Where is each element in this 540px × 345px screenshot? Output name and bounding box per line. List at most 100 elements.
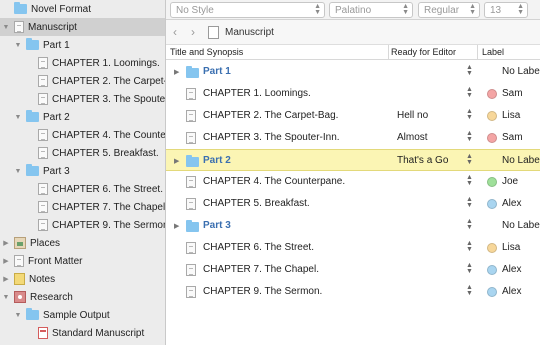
outline-row-label[interactable]: No Label bbox=[502, 155, 540, 166]
paragraph-style-select[interactable]: No Style ▲ ▼ bbox=[170, 2, 325, 18]
binder-item[interactable]: CHAPTER 3. The Spouter-I... bbox=[0, 90, 165, 108]
binder-item[interactable]: ▼ Part 3 bbox=[0, 162, 165, 180]
column-header-label[interactable]: Label bbox=[482, 47, 504, 57]
disclosure-expanded-icon[interactable]: ▼ bbox=[14, 168, 22, 175]
label-color-dot bbox=[487, 111, 497, 121]
disclosure-collapsed-icon[interactable]: ▶ bbox=[2, 257, 10, 265]
disclosure-expanded-icon[interactable]: ▼ bbox=[2, 294, 10, 301]
folder-icon bbox=[26, 38, 39, 50]
document-icon bbox=[38, 219, 48, 231]
outline-row-label[interactable]: Alex bbox=[502, 286, 521, 297]
outline-row-label[interactable]: No Label bbox=[502, 220, 540, 231]
outline-document-row[interactable]: CHAPTER 2. The Carpet-Bag. Hell no ▲ ▼ Lisa bbox=[166, 105, 540, 127]
binder-item[interactable]: ▼ Sample Output bbox=[0, 306, 165, 324]
binder-item[interactable]: CHAPTER 2. The Carpet-B... bbox=[0, 72, 165, 90]
binder-item[interactable]: CHAPTER 4. The Counterp... bbox=[0, 126, 165, 144]
document-icon bbox=[38, 93, 48, 105]
folder-icon bbox=[186, 66, 199, 78]
binder-item[interactable]: Novel Format bbox=[0, 0, 165, 18]
outline-row-label[interactable]: Lisa bbox=[502, 110, 520, 121]
column-header-title[interactable]: Title and Synopsis bbox=[170, 47, 243, 57]
column-divider[interactable] bbox=[388, 45, 389, 60]
document-icon bbox=[14, 255, 24, 267]
outline-row-title: CHAPTER 5. Breakfast. bbox=[203, 198, 310, 209]
outline-row-label[interactable]: Alex bbox=[502, 198, 521, 209]
status-popup-arrows-icon[interactable]: ▲ ▼ bbox=[466, 240, 473, 253]
disclosure-expanded-icon[interactable]: ▼ bbox=[14, 312, 22, 319]
label-color-dot bbox=[487, 199, 497, 209]
disclosure-collapsed-icon[interactable]: ▶ bbox=[2, 275, 10, 283]
outline-row-status: Almost bbox=[397, 132, 428, 143]
status-popup-arrows-icon[interactable]: ▲ ▼ bbox=[466, 64, 473, 77]
binder-item[interactable]: CHAPTER 7. The Chapel. bbox=[0, 198, 166, 216]
document-icon bbox=[38, 201, 48, 213]
outline-row-label[interactable]: Lisa bbox=[502, 242, 520, 253]
research-icon bbox=[14, 291, 26, 303]
outline-document-row[interactable]: CHAPTER 3. The Spouter-Inn. Almost ▲ ▼ Sam bbox=[166, 127, 540, 149]
status-popup-arrows-icon[interactable]: ▲ ▼ bbox=[466, 108, 473, 121]
binder-item[interactable]: ▶ Places bbox=[0, 234, 165, 252]
back-arrow-icon[interactable]: ‹ bbox=[166, 25, 184, 39]
binder-item[interactable]: CHAPTER 5. Breakfast. bbox=[0, 144, 165, 162]
outline-document-row[interactable]: CHAPTER 7. The Chapel. ▲ ▼ Alex bbox=[166, 259, 540, 281]
binder-item[interactable]: ▶ Notes bbox=[0, 270, 165, 288]
disclosure-expanded-icon[interactable]: ▼ bbox=[14, 114, 22, 121]
outline-row-title: Part 3 bbox=[203, 220, 231, 231]
binder-item[interactable]: ▶ Front Matter bbox=[0, 252, 165, 270]
outline-folder-row[interactable]: ▶ Part 3 ▲ ▼ No Label bbox=[166, 215, 540, 237]
outline-document-row[interactable]: CHAPTER 9. The Sermon. ▲ ▼ Alex bbox=[166, 281, 540, 303]
status-popup-arrows-icon[interactable]: ▲ ▼ bbox=[466, 196, 473, 209]
binder-item[interactable]: ▼ Manuscript bbox=[0, 18, 165, 36]
status-popup-arrows-icon[interactable]: ▲ ▼ bbox=[466, 174, 473, 187]
disclosure-collapsed-icon[interactable]: ▶ bbox=[174, 222, 179, 230]
select-arrows-icon: ▲ ▼ bbox=[314, 3, 321, 16]
disclosure-collapsed-icon[interactable]: ▶ bbox=[2, 239, 10, 247]
outline-folder-row[interactable]: ▶ Part 1 ▲ ▼ No Label bbox=[166, 61, 540, 83]
outline-row-status: Hell no bbox=[397, 110, 429, 121]
binder-item-label: CHAPTER 5. Breakfast. bbox=[52, 147, 159, 159]
forward-arrow-icon[interactable]: › bbox=[184, 25, 202, 39]
outline-document-row[interactable]: CHAPTER 5. Breakfast. ▲ ▼ Alex bbox=[166, 193, 540, 215]
binder-item[interactable]: ▼ Part 2 bbox=[0, 108, 165, 126]
binder-item-label: Places bbox=[30, 237, 61, 249]
binder-item[interactable]: Standard Manuscript bbox=[0, 324, 165, 342]
outline-folder-row[interactable]: ▶ Part 2 That's a Go ▲ ▼ No Label bbox=[166, 149, 540, 171]
font-size-select[interactable]: 13 ▲ ▼ bbox=[484, 2, 528, 18]
outline-row-label[interactable]: Joe bbox=[502, 176, 518, 187]
binder-item[interactable]: CHAPTER 6. The Street. bbox=[0, 180, 165, 198]
binder-item-label: Manuscript bbox=[28, 21, 77, 33]
disclosure-expanded-icon[interactable]: ▼ bbox=[14, 42, 22, 49]
outline-document-row[interactable]: CHAPTER 1. Loomings. ▲ ▼ Sam bbox=[166, 83, 540, 105]
outline-document-row[interactable]: CHAPTER 6. The Street. ▲ ▼ Lisa bbox=[166, 237, 540, 259]
outline-row-label[interactable]: No Label bbox=[502, 66, 540, 77]
status-popup-arrows-icon[interactable]: ▲ ▼ bbox=[466, 218, 473, 231]
binder-item[interactable]: CHAPTER 9. The Sermon. bbox=[0, 216, 165, 234]
folder-icon bbox=[26, 308, 39, 320]
binder-item[interactable]: ▼ Part 1 bbox=[0, 36, 165, 54]
status-popup-arrows-icon[interactable]: ▲ ▼ bbox=[466, 153, 473, 166]
status-popup-arrows-icon[interactable]: ▲ ▼ bbox=[466, 262, 473, 275]
status-popup-arrows-icon[interactable]: ▲ ▼ bbox=[466, 86, 473, 99]
outline-row-label[interactable]: Sam bbox=[502, 132, 523, 143]
disclosure-collapsed-icon[interactable]: ▶ bbox=[174, 157, 179, 165]
document-icon bbox=[38, 183, 48, 195]
binder-item[interactable]: CHAPTER 1. Loomings. bbox=[0, 54, 165, 72]
outline-row-label[interactable]: Sam bbox=[502, 88, 523, 99]
folder-icon bbox=[186, 155, 199, 167]
font-family-select[interactable]: Palatino ▲ ▼ bbox=[329, 2, 413, 18]
pdf-document-icon bbox=[38, 327, 48, 339]
outline-row-title: CHAPTER 3. The Spouter-Inn. bbox=[203, 132, 340, 143]
column-header-status[interactable]: Ready for Editor bbox=[391, 47, 456, 57]
document-icon bbox=[186, 176, 196, 188]
status-popup-arrows-icon[interactable]: ▲ ▼ bbox=[466, 284, 473, 297]
disclosure-expanded-icon[interactable]: ▼ bbox=[2, 24, 10, 31]
binder-item-label: CHAPTER 7. The Chapel. bbox=[52, 201, 166, 213]
binder-item[interactable]: ▼ Research bbox=[0, 288, 165, 306]
disclosure-collapsed-icon[interactable]: ▶ bbox=[174, 68, 179, 76]
column-divider[interactable] bbox=[477, 45, 478, 60]
binder-item-label: Standard Manuscript bbox=[52, 327, 145, 339]
status-popup-arrows-icon[interactable]: ▲ ▼ bbox=[466, 130, 473, 143]
outline-document-row[interactable]: CHAPTER 4. The Counterpane. ▲ ▼ Joe bbox=[166, 171, 540, 193]
font-weight-select[interactable]: Regular ▲ ▼ bbox=[418, 2, 480, 18]
outline-row-label[interactable]: Alex bbox=[502, 264, 521, 275]
